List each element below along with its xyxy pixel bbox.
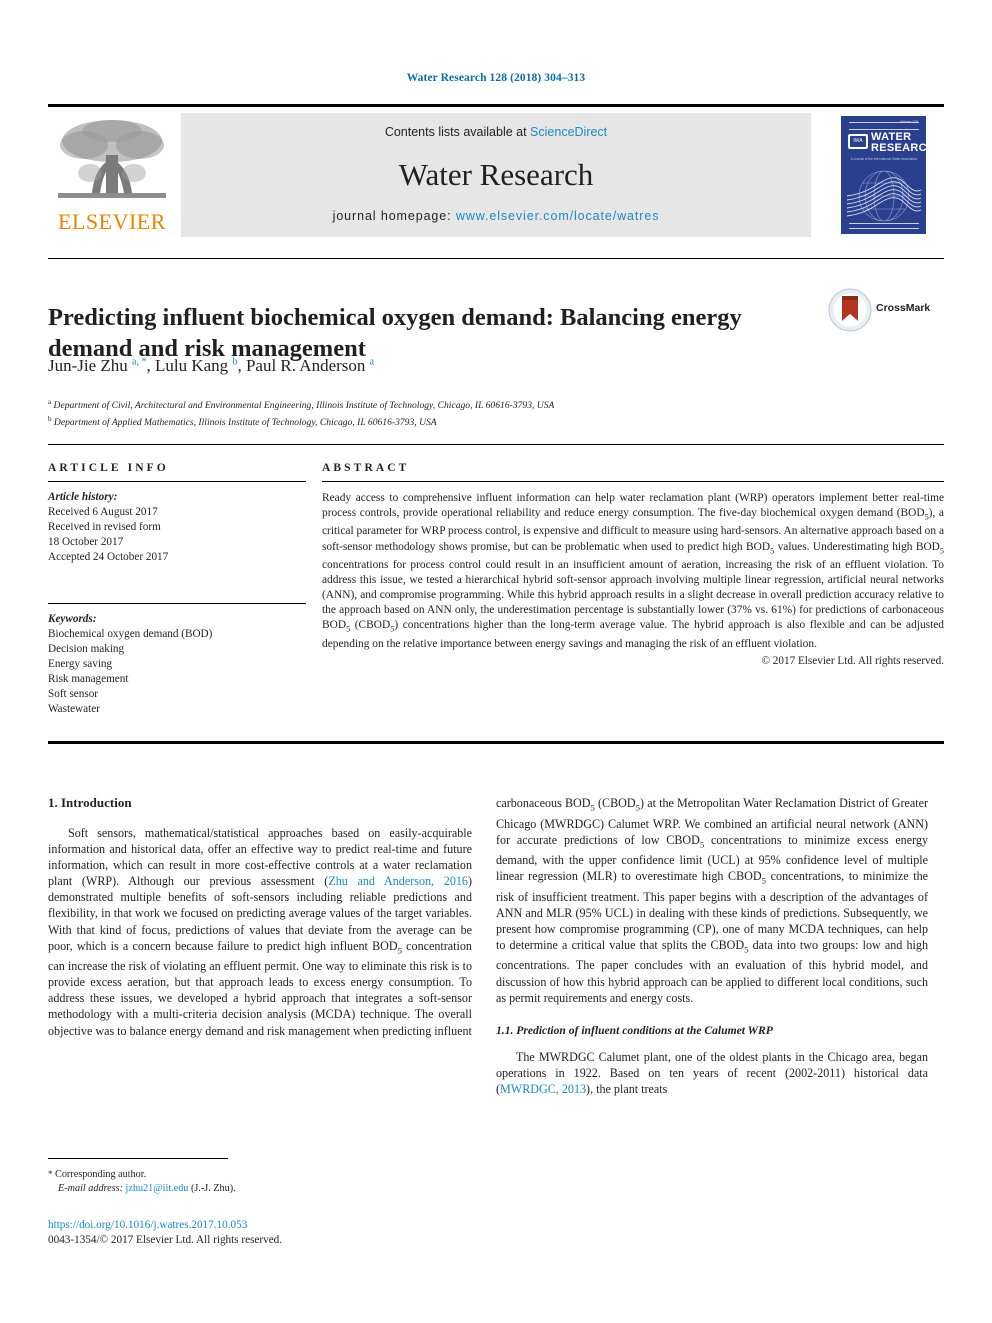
homepage-url-link[interactable]: www.elsevier.com/locate/watres xyxy=(456,209,659,223)
body-column-right: carbonaceous BOD5 (CBOD5) at the Metropo… xyxy=(496,795,928,1097)
author-list: Jun-Jie Zhu a, *, Lulu Kang b, Paul R. A… xyxy=(48,356,375,375)
cover-name-line2: RESEARCH xyxy=(871,142,926,154)
history-line-2: 18 October 2017 xyxy=(48,536,124,548)
iwa-badge-icon: IWA xyxy=(848,134,868,149)
intro-paragraph-right: carbonaceous BOD5 (CBOD5) at the Metropo… xyxy=(496,796,928,1005)
abstract-heading: ABSTRACT xyxy=(322,462,410,474)
journal-masthead: ELSEVIER Contents lists available at Sci… xyxy=(48,104,944,239)
affiliation-b-marker: b xyxy=(48,414,52,423)
affiliation-a-text: Department of Civil, Architectural and E… xyxy=(53,400,555,412)
body-divider xyxy=(48,741,944,744)
doi-block: https://doi.org/10.1016/j.watres.2017.10… xyxy=(48,1218,472,1248)
corresponding-author-line: * Corresponding author. xyxy=(48,1168,472,1182)
info-divider xyxy=(48,444,944,445)
keyword-2: Energy saving xyxy=(48,658,113,670)
footnote-divider xyxy=(48,1158,228,1159)
article-info-rule xyxy=(48,481,306,482)
abstract-rule xyxy=(322,481,944,482)
abstract-text: Ready access to comprehensive influent i… xyxy=(322,492,944,650)
elsevier-tree-icon xyxy=(54,115,170,207)
article-history: Article history: Received 6 August 2017 … xyxy=(48,490,306,565)
keyword-5: Wastewater xyxy=(48,703,100,715)
article-info-column: ARTICLE INFO Article history: Received 6… xyxy=(48,462,306,717)
abstract-copyright: © 2017 Elsevier Ltd. All rights reserved… xyxy=(761,654,945,667)
elsevier-logo: ELSEVIER xyxy=(48,113,176,237)
corresponding-author-note: * Corresponding author. E-mail address: … xyxy=(48,1168,472,1195)
keyword-4: Soft sensor xyxy=(48,688,99,700)
crossmark-label: CrossMark xyxy=(876,302,931,314)
iwa-badge-label: IWA xyxy=(850,136,866,147)
homepage-label: journal homepage: xyxy=(332,209,452,223)
masthead-center-panel: Contents lists available at ScienceDirec… xyxy=(181,113,811,237)
cover-volume-note: Volume 128 xyxy=(900,120,918,124)
cover-bottom-rule xyxy=(849,223,919,229)
contents-available-line: Contents lists available at ScienceDirec… xyxy=(181,125,811,139)
journal-title: Water Research xyxy=(398,157,594,192)
history-line-3: Accepted 24 October 2017 xyxy=(48,551,169,563)
corresponding-marker: * xyxy=(48,1169,53,1179)
subsection-heading-1-1: 1.1. Prediction of influent conditions a… xyxy=(496,1023,773,1037)
journal-homepage-line: journal homepage: www.elsevier.com/locat… xyxy=(181,209,811,223)
corresponding-label: Corresponding author. xyxy=(55,1169,147,1180)
article-info-heading: ARTICLE INFO xyxy=(48,462,169,474)
affiliations: a Department of Civil, Architectural and… xyxy=(48,396,848,429)
crossmark-badge[interactable]: CrossMark xyxy=(828,288,932,334)
contents-prefix: Contents lists available at xyxy=(384,125,531,139)
history-line-0: Received 6 August 2017 xyxy=(48,506,158,518)
intro-paragraph-left: Soft sensors, mathematical/statistical a… xyxy=(48,826,472,1038)
keywords-block: Keywords: Biochemical oxygen demand (BOD… xyxy=(48,612,306,717)
affiliation-b: b Department of Applied Mathematics, Ill… xyxy=(48,413,848,430)
article-history-label: Article history: xyxy=(48,491,118,503)
email-label: E-mail address: xyxy=(58,1182,123,1194)
keyword-0: Biochemical oxygen demand (BOD) xyxy=(48,628,213,640)
cover-globe-graphic xyxy=(847,166,921,224)
sciencedirect-link[interactable]: ScienceDirect xyxy=(530,125,607,139)
abstract-column: ABSTRACT Ready access to comprehensive i… xyxy=(322,462,944,667)
crossmark-icon xyxy=(828,288,872,332)
keyword-1: Decision making xyxy=(48,643,125,655)
paper-page: Water Research 128 (2018) 304–313 ELSEVI… xyxy=(0,0,992,1323)
keyword-3: Risk management xyxy=(48,673,129,685)
keywords-rule xyxy=(48,603,306,604)
history-line-1: Received in revised form xyxy=(48,521,161,533)
email-attribution: (J.-J. Zhu). xyxy=(190,1182,236,1194)
elsevier-wordmark: ELSEVIER xyxy=(58,209,166,234)
affiliation-a: a Department of Civil, Architectural and… xyxy=(48,396,848,413)
body-column-left: 1. Introduction Soft sensors, mathematic… xyxy=(48,795,472,1039)
title-divider xyxy=(48,258,944,259)
email-link[interactable]: jzhu21@iit.edu xyxy=(126,1183,189,1194)
running-head: Water Research 128 (2018) 304–313 xyxy=(406,72,586,84)
cover-journal-name: WATER RESEARCH xyxy=(871,132,926,154)
subsection-paragraph: The MWRDGC Calumet plant, one of the old… xyxy=(496,1049,928,1096)
email-line: E-mail address: jzhu21@iit.edu (J.-J. Zh… xyxy=(48,1182,472,1196)
keywords-label: Keywords: xyxy=(48,613,97,625)
doi-link[interactable]: https://doi.org/10.1016/j.watres.2017.10… xyxy=(48,1218,472,1233)
affiliation-a-marker: a xyxy=(48,398,52,406)
journal-cover-thumbnail: Volume 128 IWA WATER RESEARCH A Journal … xyxy=(823,113,944,237)
cover-tagline: A Journal of the International Water Ass… xyxy=(850,157,918,161)
issn-copyright-line: 0043-1354/© 2017 Elsevier Ltd. All right… xyxy=(48,1234,283,1246)
affiliation-b-text: Department of Applied Mathematics, Illin… xyxy=(53,416,437,428)
section-heading-introduction: 1. Introduction xyxy=(48,795,132,810)
